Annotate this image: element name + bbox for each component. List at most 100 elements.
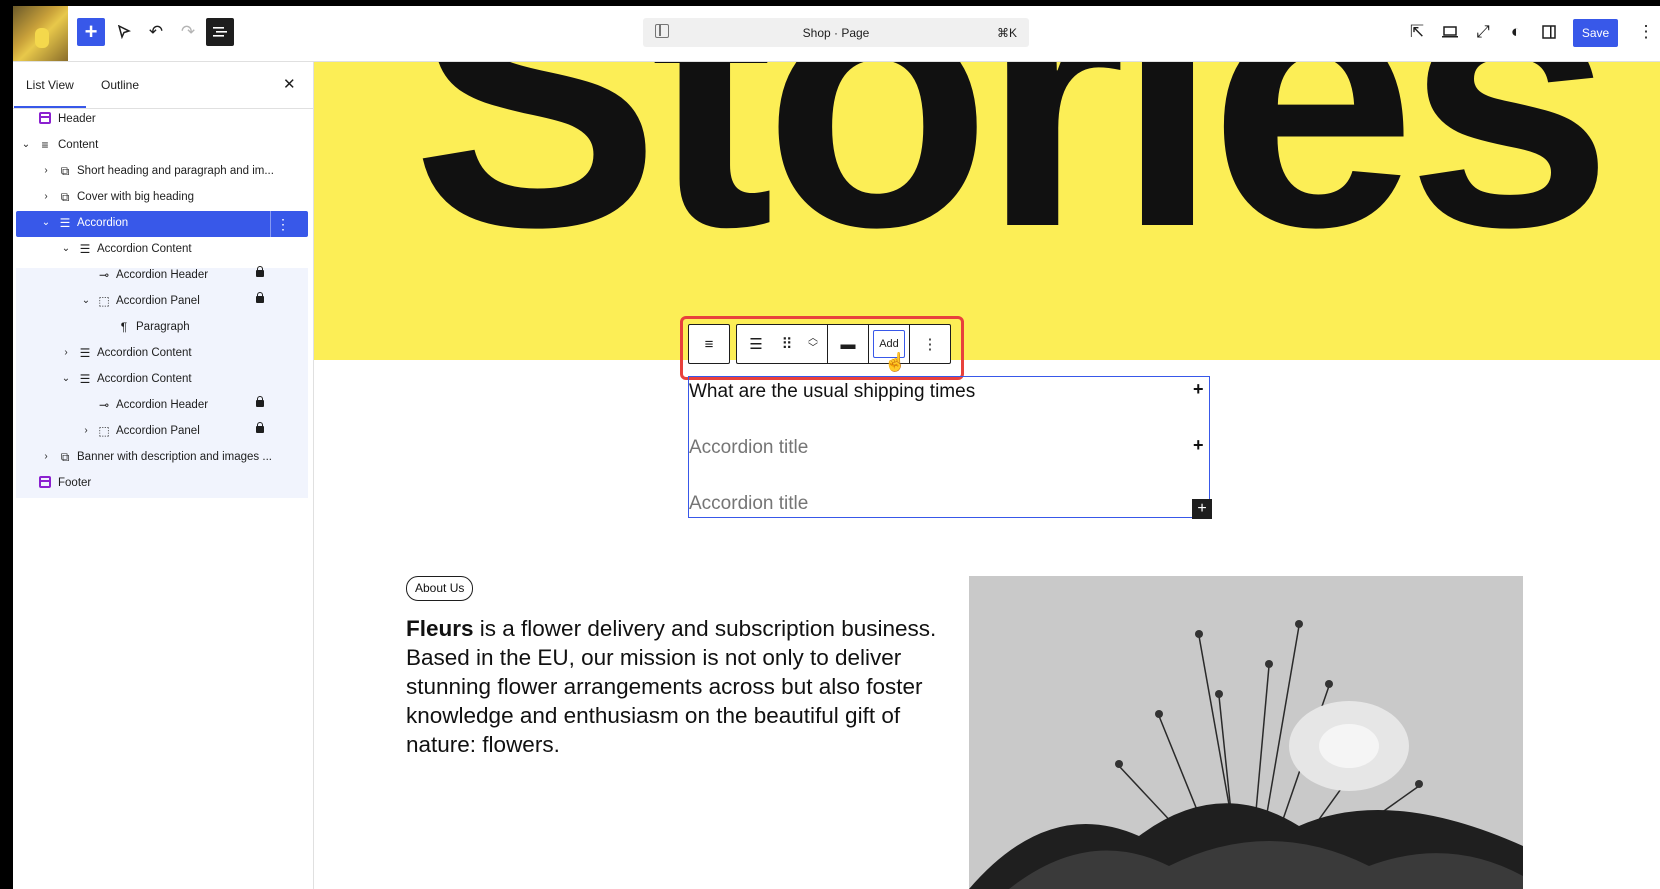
contrast-icon: ◐: [1510, 22, 1522, 41]
list-item-accordion[interactable]: ⌄ ☰ Accordion ⋮: [16, 211, 308, 237]
panel-icon: ⬚: [98, 294, 110, 308]
template-part-icon: [38, 476, 52, 490]
about-us-badge[interactable]: About Us: [406, 576, 474, 601]
block-toolbar: ≡ ☰ ⠿ ︿ ﹀ ▬ Add ⋮: [688, 324, 951, 364]
options-menu-button[interactable]: ⋮: [1632, 18, 1660, 46]
post-content-icon: ≡: [41, 138, 49, 152]
select-parent-button[interactable]: ≡: [689, 325, 729, 363]
flower-image[interactable]: [969, 576, 1523, 889]
list-item-accordion-content[interactable]: › ☰ Accordion Content: [16, 341, 308, 367]
more-vertical-icon[interactable]: ⋮: [270, 211, 295, 237]
list-item-accordion-panel[interactable]: › ⬚ Accordion Panel: [16, 419, 308, 445]
desktop-icon: [1442, 26, 1458, 38]
list-item-content[interactable]: ⌄ ≡ Content: [16, 133, 308, 159]
styles-button[interactable]: ◐: [1502, 18, 1530, 46]
settings-sidebar-button[interactable]: [1535, 18, 1563, 46]
list-item-pattern[interactable]: › ⧉ Short heading and paragraph and im..…: [16, 159, 308, 185]
lock-icon: [256, 422, 264, 433]
editor-window: + ↶ ↷ Shop · Page ⌘K ⇱ ⤢ ◐ Save ⋮ List V…: [13, 6, 1660, 889]
list-item-accordion-content[interactable]: ⌄ ☰ Accordion Content: [16, 237, 308, 263]
list-item-accordion-panel[interactable]: ⌄ ⬚ Accordion Panel: [16, 289, 308, 315]
accordion-item[interactable]: Accordion title: [689, 489, 1209, 519]
list-item-label: Accordion Content: [97, 347, 192, 359]
plus-icon[interactable]: +: [1193, 379, 1204, 400]
chevron-down-icon[interactable]: ⌄: [80, 295, 92, 307]
device-preview-button[interactable]: [1436, 18, 1464, 46]
accordion-title[interactable]: What are the usual shipping times: [689, 381, 975, 403]
more-vertical-icon: ⋮: [1637, 22, 1655, 41]
list-item-pattern[interactable]: › ⧉ Banner with description and images .…: [16, 445, 308, 471]
chevron-right-icon[interactable]: ›: [40, 191, 52, 203]
move-up-down-button[interactable]: ︿ ﹀: [799, 325, 827, 363]
document-title: Shop · Page: [802, 26, 870, 40]
more-vertical-icon: ⋮: [922, 336, 938, 353]
select-tool-button[interactable]: [110, 18, 138, 46]
chevron-down-icon[interactable]: ⌄: [20, 139, 32, 151]
accordion-item-icon: ☰: [79, 372, 91, 386]
close-icon[interactable]: ✕: [283, 75, 296, 93]
document-overview-button[interactable]: [206, 18, 234, 46]
block-options-button[interactable]: ⋮: [910, 325, 950, 363]
hand-cursor-icon: ☝: [884, 352, 907, 372]
block-inserter-button[interactable]: +: [77, 18, 105, 46]
chevron-right-icon[interactable]: ›: [80, 425, 92, 437]
block-controls-group: ☰ ⠿ ︿ ﹀ ▬ Add ⋮: [736, 324, 951, 364]
view-page-button[interactable]: ⇱: [1403, 18, 1431, 46]
accordion-item-icon: ☰: [79, 346, 91, 360]
cover-block[interactable]: Stories: [314, 62, 1660, 360]
tab-outline[interactable]: Outline: [101, 78, 139, 92]
block-type-button[interactable]: ☰: [737, 325, 775, 363]
tab-list-view[interactable]: List View: [14, 78, 86, 108]
lock-icon: [256, 266, 264, 277]
redo-button[interactable]: ↷: [174, 18, 202, 46]
group-icon: ⧉: [60, 450, 70, 464]
accordion-block[interactable]: What are the usual shipping times + Acco…: [688, 376, 1212, 519]
redo-icon: ↷: [180, 22, 196, 41]
chevron-right-icon[interactable]: ›: [60, 347, 72, 359]
pointer-icon: [117, 25, 131, 39]
hero-heading[interactable]: Stories: [412, 62, 1613, 282]
list-item-accordion-header[interactable]: ⊸ Accordion Header: [16, 263, 308, 289]
plus-icon[interactable]: +: [1193, 435, 1204, 456]
editor-top-bar: + ↶ ↷ Shop · Page ⌘K ⇱ ⤢ ◐ Save ⋮: [13, 6, 1660, 62]
list-item-paragraph[interactable]: ¶ Paragraph: [16, 315, 308, 341]
chevron-down-icon[interactable]: ⌄: [60, 243, 72, 255]
external-link-icon: ⇱: [1409, 22, 1425, 41]
chevron-down-icon[interactable]: ⌄: [40, 217, 52, 229]
accordion-header-icon: ⊸: [98, 398, 110, 412]
sidebar-icon: [1542, 25, 1556, 39]
list-item-label: Accordion: [77, 217, 129, 229]
list-view-sidebar: List View Outline ✕ Header ⌄ ≡ Content ›…: [13, 62, 314, 889]
list-item-header[interactable]: Header: [16, 107, 308, 133]
list-item-footer[interactable]: Footer: [16, 471, 308, 497]
list-item-pattern[interactable]: › ⧉ Cover with big heading: [16, 185, 308, 211]
accordion-title-placeholder[interactable]: Accordion title: [689, 437, 808, 459]
list-item-accordion-content[interactable]: ⌄ ☰ Accordion Content: [16, 367, 308, 393]
chevron-down-icon[interactable]: ⌄: [60, 373, 72, 385]
accordion-item[interactable]: Accordion title +: [689, 433, 1209, 463]
block-appender-button[interactable]: +: [1192, 499, 1212, 519]
parent-selector-group: ≡: [688, 324, 730, 364]
chevron-right-icon[interactable]: ›: [40, 165, 52, 177]
accordion-icon: ☰: [749, 336, 763, 353]
chevron-right-icon[interactable]: ›: [40, 451, 52, 463]
undo-button[interactable]: ↶: [142, 18, 170, 46]
about-paragraph[interactable]: Fleurs is a flower delivery and subscrip…: [406, 614, 946, 759]
list-item-accordion-header[interactable]: ⊸ Accordion Header: [16, 393, 308, 419]
accordion-item-icon: ☰: [79, 242, 91, 256]
list-item-label: Content: [58, 139, 99, 151]
accordion-title-placeholder[interactable]: Accordion title: [689, 493, 808, 515]
flower-illustration: [969, 576, 1523, 889]
editor-canvas[interactable]: Stories ≡ ☰ ⠿ ︿ ﹀ ▬ Add ⋮ ☝ What are the…: [314, 62, 1660, 889]
template-part-icon: [38, 112, 52, 126]
panel-icon: ⬚: [98, 424, 110, 438]
accordion-item[interactable]: What are the usual shipping times +: [689, 377, 1209, 407]
document-bar[interactable]: Shop · Page ⌘K: [643, 18, 1029, 47]
fullscreen-button[interactable]: ⤢: [1469, 18, 1497, 46]
list-item-label: Footer: [58, 477, 92, 489]
drag-handle[interactable]: ⠿: [775, 325, 799, 363]
site-icon[interactable]: [13, 6, 68, 61]
align-button[interactable]: ▬: [828, 325, 868, 363]
accordion-header-icon: ⊸: [98, 268, 110, 282]
save-button[interactable]: Save: [1573, 19, 1618, 47]
